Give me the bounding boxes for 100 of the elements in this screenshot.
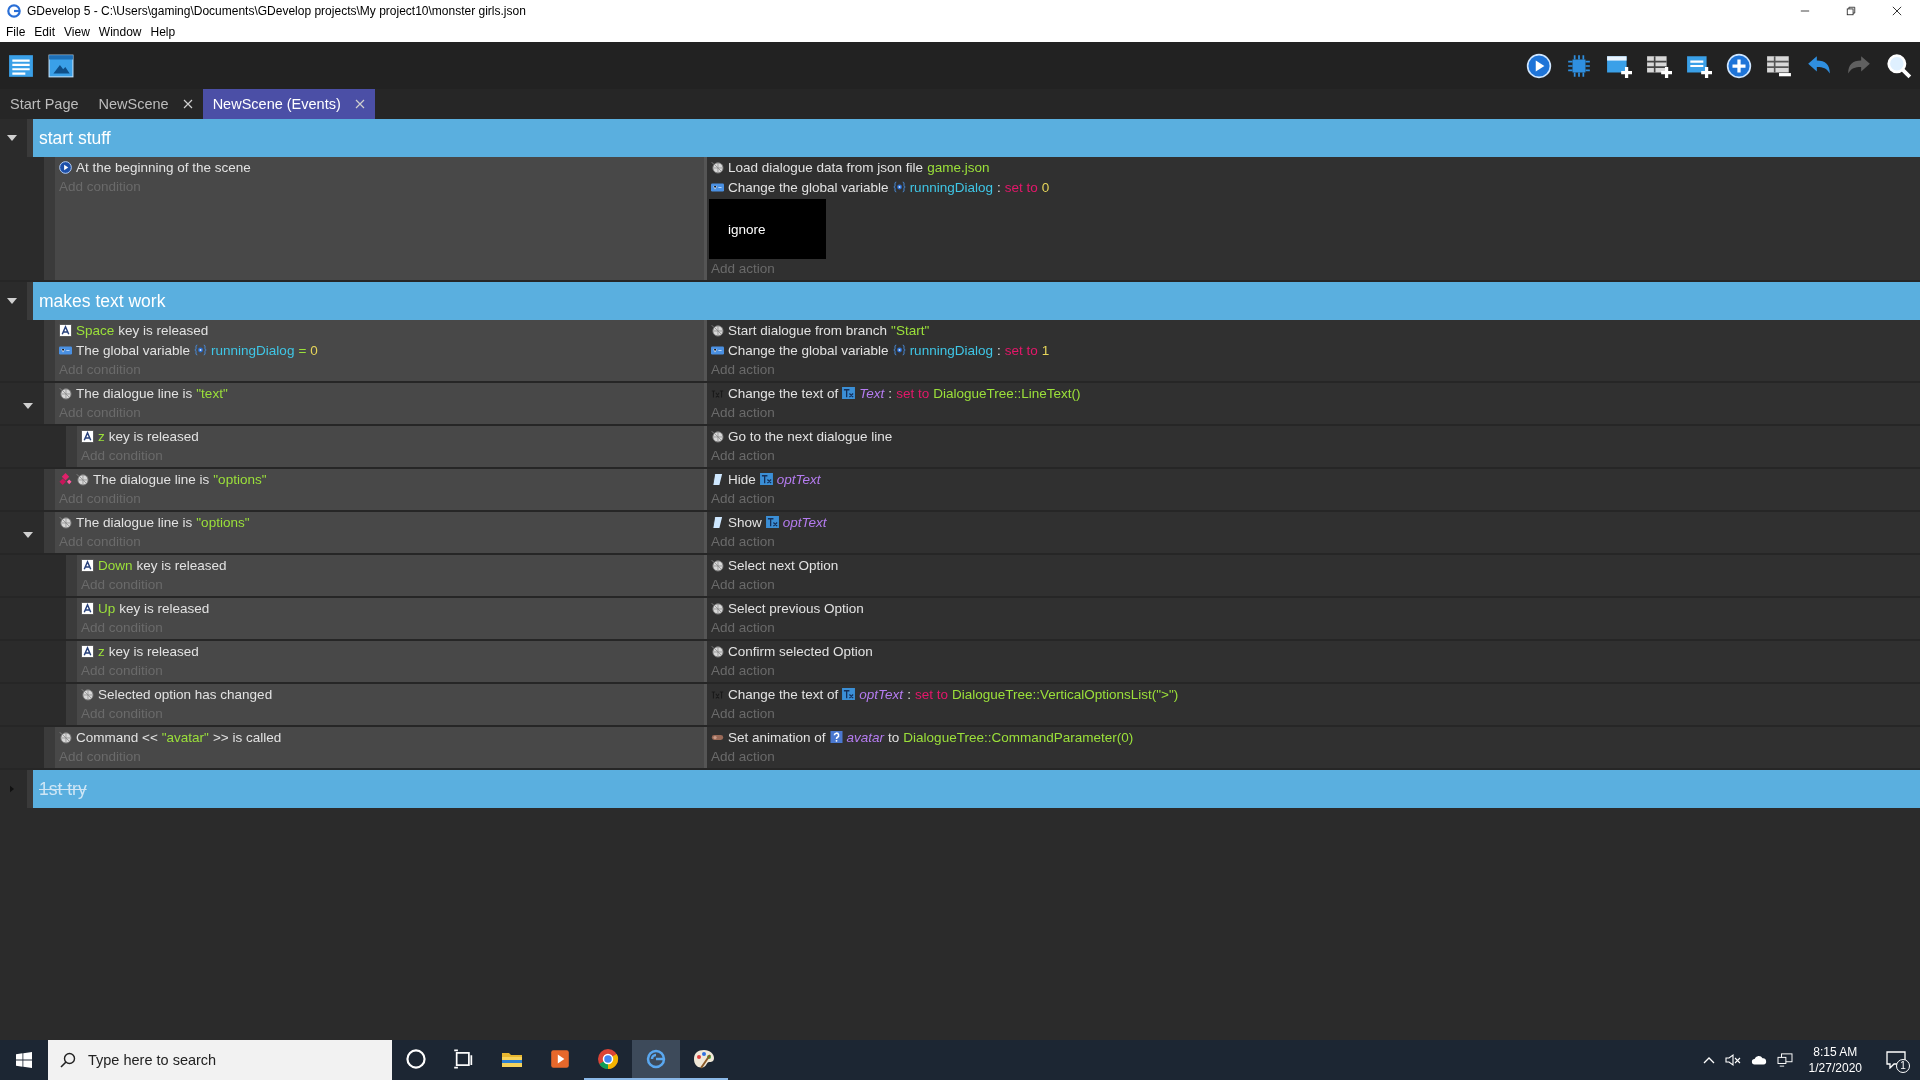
instruction-text: Go to the next dialogue line [728,428,893,444]
event-handle[interactable] [44,469,55,510]
value-text: 0 [1041,179,1050,195]
add-action-link[interactable]: Add action [711,403,775,423]
collapse-icon[interactable] [22,402,34,410]
window-icon[interactable] [48,52,74,79]
notification-count: 1 [1896,1059,1910,1073]
close-icon[interactable] [182,99,193,109]
ball-icon [711,558,724,572]
parameter-text: "Start" [891,322,930,338]
notification-icon[interactable] [1886,1051,1906,1069]
parallelogram-icon [711,515,724,529]
ball-icon [76,472,89,486]
instruction-text: Start dialogue from branch [728,322,888,338]
collapse-icon[interactable] [6,134,18,142]
event-handle[interactable] [66,426,77,467]
instruction-text: At the beginning of the scene [76,159,251,175]
circle-icon [405,1048,427,1070]
task-view-icon [453,1048,475,1070]
text-object-icon [765,516,779,528]
chip-icon[interactable] [1566,52,1592,79]
object-name: optText [776,471,821,487]
parameter-text: DialogueTree::VerticalOptionsList(">") [951,686,1179,702]
tab[interactable]: NewScene (Events) [202,89,375,119]
search-icon [60,1052,76,1068]
add-action-link[interactable]: Add action [711,360,775,380]
list-icon[interactable] [8,52,34,79]
add-action-link[interactable]: Add action [711,446,775,466]
parameter-text: "options" [213,471,267,487]
object-name: Text [859,385,885,401]
object-name: optText [782,514,827,530]
add-action-link[interactable]: Add action [711,618,775,638]
event-handle[interactable] [44,512,55,553]
menu-item[interactable]: View [64,25,90,39]
play-icon[interactable] [1526,52,1552,79]
parameter-text: DialogueTree::LineText() [933,385,1081,401]
text-object-icon [842,387,856,399]
add-action-link[interactable]: Add action [711,661,775,681]
clock-date[interactable]: 1/27/2020 [1808,1060,1862,1076]
event-handle[interactable] [66,641,77,682]
menu-item[interactable]: File [6,25,26,39]
operator-text: set to [896,385,930,401]
event-handle[interactable] [66,684,77,725]
add-action-link[interactable]: Add action [711,489,775,509]
tab[interactable]: NewScene [88,89,203,119]
parameter-text: game.json [927,159,990,175]
collapse-icon[interactable] [22,531,34,539]
add-action-link[interactable]: Add action [711,532,775,552]
braces-icon [892,181,906,193]
event-handle[interactable] [44,383,55,424]
menu-item[interactable]: Window [98,25,142,39]
ball-icon [711,323,724,337]
windows-logo-icon[interactable] [16,1052,32,1068]
variable-icon [711,180,724,194]
add-action-link[interactable]: Add action [711,747,775,767]
ball-icon [711,644,724,658]
collapse-icon[interactable] [6,297,18,305]
operator-text: = [298,342,307,358]
group-title: 1st try [39,778,87,800]
group-header[interactable]: start stuff [33,119,1920,157]
group-title: makes text work [39,290,166,312]
unknown-object-icon [829,731,843,743]
speaker-muted-icon[interactable] [1724,1053,1741,1067]
instruction-text: : [888,385,893,401]
parameter-text: Space [76,322,115,338]
parameter-text: DialogueTree::CommandParameter(0) [903,729,1134,745]
instruction-text: : [907,686,911,702]
add-action-link[interactable]: Add action [711,704,775,724]
instruction-text: The global variable [76,342,191,358]
event-handle[interactable] [66,598,77,639]
browser-icon [597,1048,619,1070]
add-icon[interactable] [1726,52,1752,79]
app-icon [645,1048,667,1070]
media-player-icon [549,1048,571,1070]
menu-item[interactable]: Help [150,25,176,39]
clock-time[interactable]: 8:15 AM [1813,1044,1858,1060]
variable-name: runningDialog [909,179,993,195]
menu-item[interactable]: Edit [34,25,56,39]
event-handle[interactable] [66,555,77,596]
variable-icon [711,343,724,357]
tab[interactable]: Start Page [0,89,89,119]
search-field[interactable]: Type here to search [48,1040,392,1080]
search-icon[interactable] [1886,52,1912,79]
ball-icon [711,601,724,615]
restore-icon [1846,6,1856,16]
operator-text: set to [914,686,948,702]
instruction-text: The dialogue line is [76,385,193,401]
add-action-link[interactable]: Add action [711,259,775,279]
cloud-icon[interactable] [1750,1053,1767,1067]
instruction-text: key is released [108,643,199,659]
braces-icon [194,344,208,356]
close-icon[interactable] [354,99,365,109]
event-handle[interactable] [44,727,55,768]
event-handle[interactable] [44,320,55,381]
caret-icon[interactable] [1702,1056,1715,1064]
add-action-link[interactable]: Add action [711,575,775,595]
instruction-text: Load dialogue data from json file [728,159,924,175]
event-handle[interactable] [44,157,55,280]
network-icon[interactable] [1776,1053,1793,1067]
group-header[interactable]: makes text work [33,282,1920,320]
